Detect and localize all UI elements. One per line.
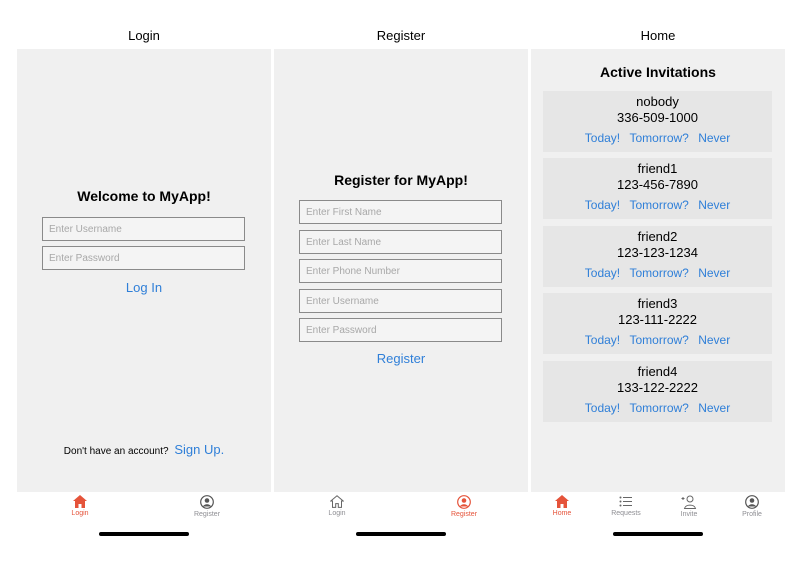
tab-home[interactable]: Home (532, 495, 592, 517)
nav-title: Home (640, 28, 676, 43)
tab-label: Invite (680, 511, 698, 518)
login-content: Welcome to MyApp! Log In Don't have an a… (17, 49, 271, 492)
login-button[interactable]: Log In (17, 280, 271, 295)
login-screen: Login Welcome to MyApp! Log In Don't hav… (17, 0, 271, 568)
password-field[interactable] (299, 318, 502, 342)
invitation-phone: 123-111-2222 (617, 312, 698, 327)
home-screen: Home Active Invitations nobody 336-509-1… (531, 0, 785, 568)
nav-title: Login (128, 28, 160, 43)
tab-label: Profile (742, 511, 762, 518)
invitations-heading: Active Invitations (600, 64, 716, 80)
invitation-name: friend1 (637, 161, 678, 176)
register-button[interactable]: Register (274, 351, 528, 366)
tab-label: Login (71, 510, 89, 517)
never-button[interactable]: Never (698, 198, 730, 212)
home-icon (330, 495, 344, 508)
invitation-name: friend2 (637, 229, 678, 244)
home-icon (73, 495, 87, 508)
tomorrow-button[interactable]: Tomorrow? (629, 131, 688, 145)
invitation-name: nobody (636, 94, 679, 109)
username-field[interactable] (42, 217, 245, 241)
tab-register[interactable]: Register (177, 495, 237, 518)
tab-invite[interactable]: Invite (659, 495, 719, 518)
home-indicator (613, 532, 703, 536)
no-account-text: Don't have an account? (63, 446, 169, 457)
invitation-card: friend1 123-456-7890 Today! Tomorrow? Ne… (543, 158, 772, 219)
today-button[interactable]: Today! (585, 266, 620, 280)
tab-label: Register (450, 511, 478, 518)
invitation-card: nobody 336-509-1000 Today! Tomorrow? Nev… (543, 91, 772, 152)
tab-bar: Login Register (17, 492, 271, 568)
tab-register[interactable]: Register (434, 495, 494, 518)
tomorrow-button[interactable]: Tomorrow? (629, 333, 688, 347)
username-field[interactable] (299, 289, 502, 313)
today-button[interactable]: Today! (585, 401, 620, 415)
register-content: Register for MyApp! Register (274, 49, 528, 492)
invitation-name: friend3 (637, 296, 678, 311)
list-icon (619, 496, 632, 507)
tomorrow-button[interactable]: Tomorrow? (629, 198, 688, 212)
invitation-phone: 336-509-1000 (617, 110, 698, 125)
tab-profile[interactable]: Profile (722, 495, 782, 518)
tab-bar: Home Requests Invite Profile (531, 492, 785, 568)
home-content: Active Invitations nobody 336-509-1000 T… (531, 49, 785, 492)
signup-row: Don't have an account? Sign Up. (17, 442, 271, 457)
home-indicator (99, 532, 189, 536)
tab-label: Home (552, 510, 572, 517)
user-circle-icon (745, 495, 759, 509)
phone-field[interactable] (299, 259, 502, 283)
invitation-card: friend2 123-123-1234 Today! Tomorrow? Ne… (543, 226, 772, 287)
never-button[interactable]: Never (698, 401, 730, 415)
tab-login[interactable]: Login (50, 495, 110, 517)
user-circle-icon (200, 495, 214, 509)
invitation-phone: 123-123-1234 (617, 245, 698, 260)
invitation-name: friend4 (637, 364, 678, 379)
never-button[interactable]: Never (698, 131, 730, 145)
tab-label: Register (193, 511, 221, 518)
home-icon (555, 495, 569, 508)
never-button[interactable]: Never (698, 333, 730, 347)
welcome-heading: Welcome to MyApp! (77, 188, 211, 204)
nav-title: Register (376, 28, 426, 43)
tomorrow-button[interactable]: Tomorrow? (629, 266, 688, 280)
signup-link[interactable]: Sign Up. (174, 442, 224, 457)
tab-label: Requests (611, 510, 641, 517)
invitation-card: friend3 123-111-2222 Today! Tomorrow? Ne… (543, 293, 772, 354)
password-field[interactable] (42, 246, 245, 270)
tab-bar: Login Register (274, 492, 528, 568)
today-button[interactable]: Today! (585, 333, 620, 347)
today-button[interactable]: Today! (585, 198, 620, 212)
user-circle-icon (457, 495, 471, 509)
today-button[interactable]: Today! (585, 131, 620, 145)
invitation-phone: 133-122-2222 (617, 380, 698, 395)
tomorrow-button[interactable]: Tomorrow? (629, 401, 688, 415)
home-indicator (356, 532, 446, 536)
register-screen: Register Register for MyApp! Register Lo… (274, 0, 528, 568)
first-name-field[interactable] (299, 200, 502, 224)
last-name-field[interactable] (299, 230, 502, 254)
invitation-card: friend4 133-122-2222 Today! Tomorrow? Ne… (543, 361, 772, 422)
register-heading: Register for MyApp! (334, 172, 468, 188)
invitation-phone: 123-456-7890 (617, 177, 698, 192)
tab-requests[interactable]: Requests (596, 495, 656, 517)
add-user-icon (681, 495, 697, 509)
never-button[interactable]: Never (698, 266, 730, 280)
tab-login[interactable]: Login (307, 495, 367, 517)
tab-label: Login (328, 510, 346, 517)
